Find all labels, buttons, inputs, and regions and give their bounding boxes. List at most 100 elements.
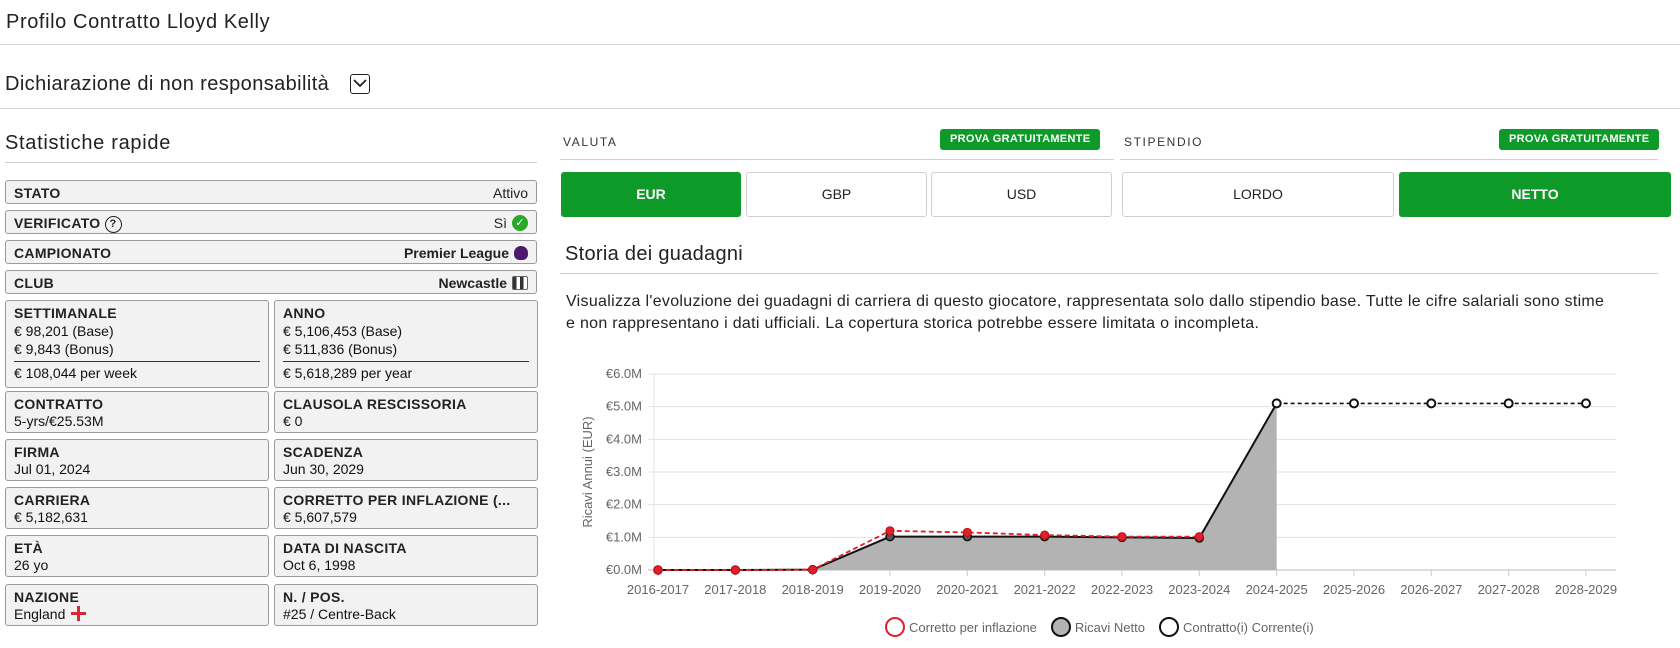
legend-swatch-contract [1158, 617, 1179, 637]
divider [283, 361, 529, 362]
stat-value: Premier League [403, 245, 509, 261]
legend-label: Corretto per inflazione [909, 619, 1037, 635]
stat-row-club: CLUB Newcastle [5, 270, 537, 294]
legend-swatch-net [1050, 617, 1071, 637]
card-value: 26 yo [14, 557, 49, 573]
divider [5, 162, 537, 163]
inflation-point [1117, 532, 1127, 542]
contract-point [1349, 398, 1359, 409]
card-key: ETÀ [14, 540, 43, 556]
header-bar: Profilo Contratto Lloyd Kelly [0, 0, 1680, 45]
stat-value: Attivo [492, 185, 528, 201]
inflation-point [1040, 530, 1050, 540]
x-tick-label: 2028-2029 [1555, 582, 1617, 597]
annual-total: € 5,618,289 per year [283, 365, 413, 381]
contract-point [1426, 398, 1437, 409]
card-nationality: NAZIONE England [5, 584, 269, 626]
club-crest-icon [512, 276, 528, 290]
y-tick-label: €2.0M [606, 497, 642, 512]
salary-option-gross[interactable]: LORDO [1122, 172, 1394, 217]
legend-label: Contratto(i) Corrente(i) [1182, 619, 1314, 635]
card-value: 5-yrs/€25.53M [14, 413, 104, 429]
stat-row-league: CAMPIONATO Premier League [5, 240, 537, 264]
card-annual: ANNO € 5,106,453 (Base) € 511,836 (Bonus… [274, 300, 538, 388]
card-key: CARRIERA [14, 492, 91, 508]
stat-value: Newcastle [438, 275, 507, 291]
weekly-bonus: € 9,843 (Bonus) [14, 341, 114, 357]
divider [14, 361, 260, 362]
chevron-down-icon[interactable] [350, 74, 370, 94]
chart-legend: Corretto per inflazione Ricavi Netto Con… [885, 617, 1328, 637]
card-key: CLAUSOLA RESCISSORIA [283, 396, 467, 412]
card-value: #25 / Centre-Back [283, 606, 396, 622]
card-key: FIRMA [14, 444, 60, 460]
salary-label: STIPENDIO [1124, 135, 1204, 149]
contract-point [1271, 398, 1282, 409]
earnings-history-description: Visualizza l'evoluzione dei guadagni di … [566, 293, 1605, 332]
legend-item-contract[interactable]: Contratto(i) Corrente(i) [1158, 617, 1314, 637]
stat-row-status: STATO Attivo [5, 180, 537, 204]
card-key: SCADENZA [283, 444, 364, 460]
card-value: € 0 [283, 413, 303, 429]
y-tick-label: €0.0M [606, 562, 642, 577]
earnings-history-title: Storia dei guadagni [565, 243, 744, 265]
x-tick-label: 2019-2020 [859, 582, 921, 597]
x-tick-label: 2024-2025 [1246, 582, 1308, 597]
england-flag-icon [71, 606, 87, 621]
card-value: England [14, 606, 66, 622]
legend-label: Ricavi Netto [1074, 619, 1145, 635]
divider [560, 159, 1114, 160]
y-tick-label: €5.0M [606, 399, 642, 414]
card-release-clause: CLAUSOLA RESCISSORIA € 0 [274, 391, 538, 433]
currency-label: VALUTA [563, 135, 618, 149]
inflation-point [962, 527, 972, 538]
card-key: SETTIMANALE [14, 305, 117, 321]
divider [560, 273, 1658, 274]
salary-try-free-button[interactable]: PROVA GRATUITAMENTE [1499, 129, 1660, 150]
currency-option-gbp[interactable]: GBP [746, 172, 927, 217]
card-value: Jun 30, 2029 [283, 461, 364, 477]
x-tick-label: 2018-2019 [782, 582, 844, 597]
inflation-point [808, 565, 818, 575]
card-inflation-adjusted: CORRETTO PER INFLAZIONE (... € 5,607,579 [274, 487, 538, 529]
card-value: Jul 01, 2024 [14, 461, 91, 477]
inflation-point [885, 526, 895, 536]
annual-base: € 5,106,453 (Base) [283, 323, 403, 339]
card-key: N. / POS. [283, 589, 345, 605]
card-signed: FIRMA Jul 01, 2024 [5, 439, 269, 481]
card-key: ANNO [283, 305, 326, 321]
y-tick-label: €1.0M [606, 529, 642, 544]
currency-option-usd[interactable]: USD [931, 172, 1112, 217]
x-tick-label: 2027-2028 [1478, 582, 1540, 597]
salary-option-net[interactable]: NETTO [1399, 172, 1671, 217]
x-tick-label: 2016-2017 [627, 582, 689, 597]
divider [1120, 159, 1658, 160]
page-title: Profilo Contratto Lloyd Kelly [6, 11, 271, 33]
currency-option-eur[interactable]: EUR [561, 172, 741, 217]
legend-item-net[interactable]: Ricavi Netto [1050, 617, 1145, 637]
card-career: CARRIERA € 5,182,631 [5, 487, 269, 529]
x-tick-label: 2026-2027 [1400, 582, 1462, 597]
quick-stats-title: Statistiche rapide [5, 132, 172, 154]
card-contract: CONTRATTO 5-yrs/€25.53M [5, 391, 269, 433]
card-birthdate: DATA DI NASCITA Oct 6, 1998 [274, 535, 538, 577]
card-key: NAZIONE [14, 589, 80, 605]
y-tick-label: €6.0M [606, 366, 642, 381]
inflation-point [1194, 532, 1204, 542]
stat-key: VERIFICATO [14, 215, 101, 231]
card-value: € 5,607,579 [283, 509, 357, 525]
help-icon[interactable]: ? [104, 215, 122, 233]
legend-item-inflation[interactable]: Corretto per inflazione [885, 617, 1037, 637]
card-expiry: SCADENZA Jun 30, 2029 [274, 439, 538, 481]
x-tick-label: 2017-2018 [704, 582, 766, 597]
stat-row-verified: VERIFICATO? Sì ✓ [5, 210, 537, 234]
currency-try-free-button[interactable]: PROVA GRATUITAMENTE [940, 129, 1101, 150]
annual-bonus: € 511,836 (Bonus) [283, 341, 398, 357]
stat-key: STATO [14, 185, 61, 201]
contract-point [1503, 398, 1514, 409]
contract-point [1581, 398, 1591, 409]
card-key: DATA DI NASCITA [283, 540, 407, 556]
y-tick-label: €3.0M [606, 464, 642, 479]
card-weekly: SETTIMANALE € 98,201 (Base) € 9,843 (Bon… [5, 300, 269, 388]
inflation-point [653, 565, 663, 575]
